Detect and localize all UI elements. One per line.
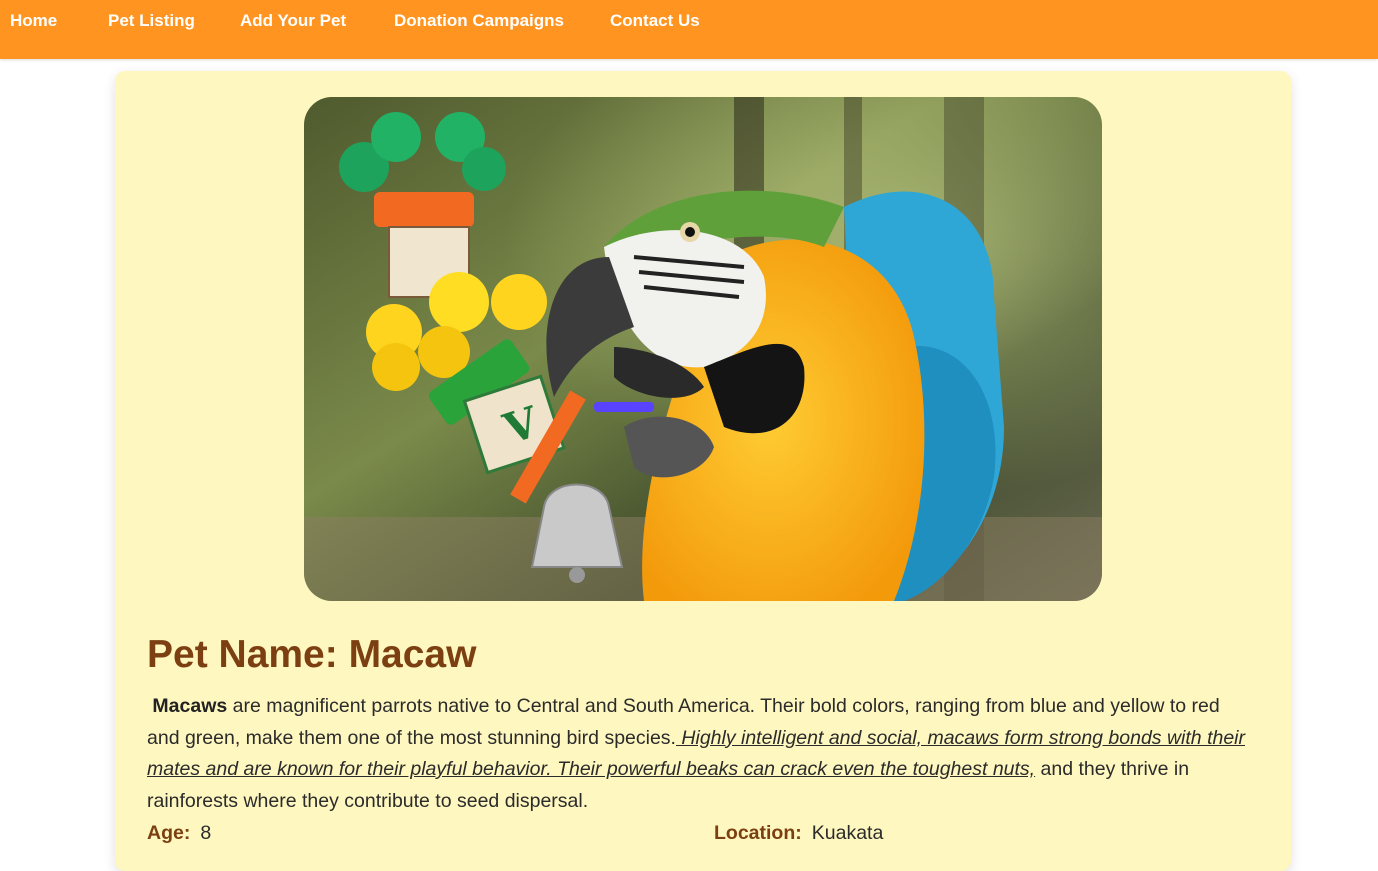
nav-link-donation-campaigns[interactable]: Donation Campaigns (394, 10, 564, 32)
pet-age-label: Age: (147, 822, 191, 844)
top-navbar: Home Pet Listing Add Your Pet Donation C… (0, 0, 1378, 59)
pet-photo: V (304, 97, 1102, 601)
pet-name-heading: Pet Name: Macaw (147, 633, 477, 676)
pet-detail-card: V Pet Name: Macaw Macaws are magnificent… (115, 71, 1291, 871)
nav-link-home[interactable]: Home (10, 10, 57, 32)
nav-link-add-your-pet[interactable]: Add Your Pet (240, 10, 346, 32)
pet-location: Location: Kuakata (714, 821, 883, 845)
pet-location-value: Kuakata (811, 822, 884, 844)
pet-age-value: 8 (200, 822, 212, 844)
pet-description-bold-lead: Macaws (152, 695, 228, 717)
nav-link-pet-listing[interactable]: Pet Listing (108, 10, 195, 32)
nav-link-contact-us[interactable]: Contact Us (610, 10, 700, 32)
pet-location-label: Location: (714, 822, 802, 844)
pet-age: Age: 8 (147, 821, 211, 845)
pet-description: Macaws are magnificent parrots native to… (147, 691, 1247, 817)
